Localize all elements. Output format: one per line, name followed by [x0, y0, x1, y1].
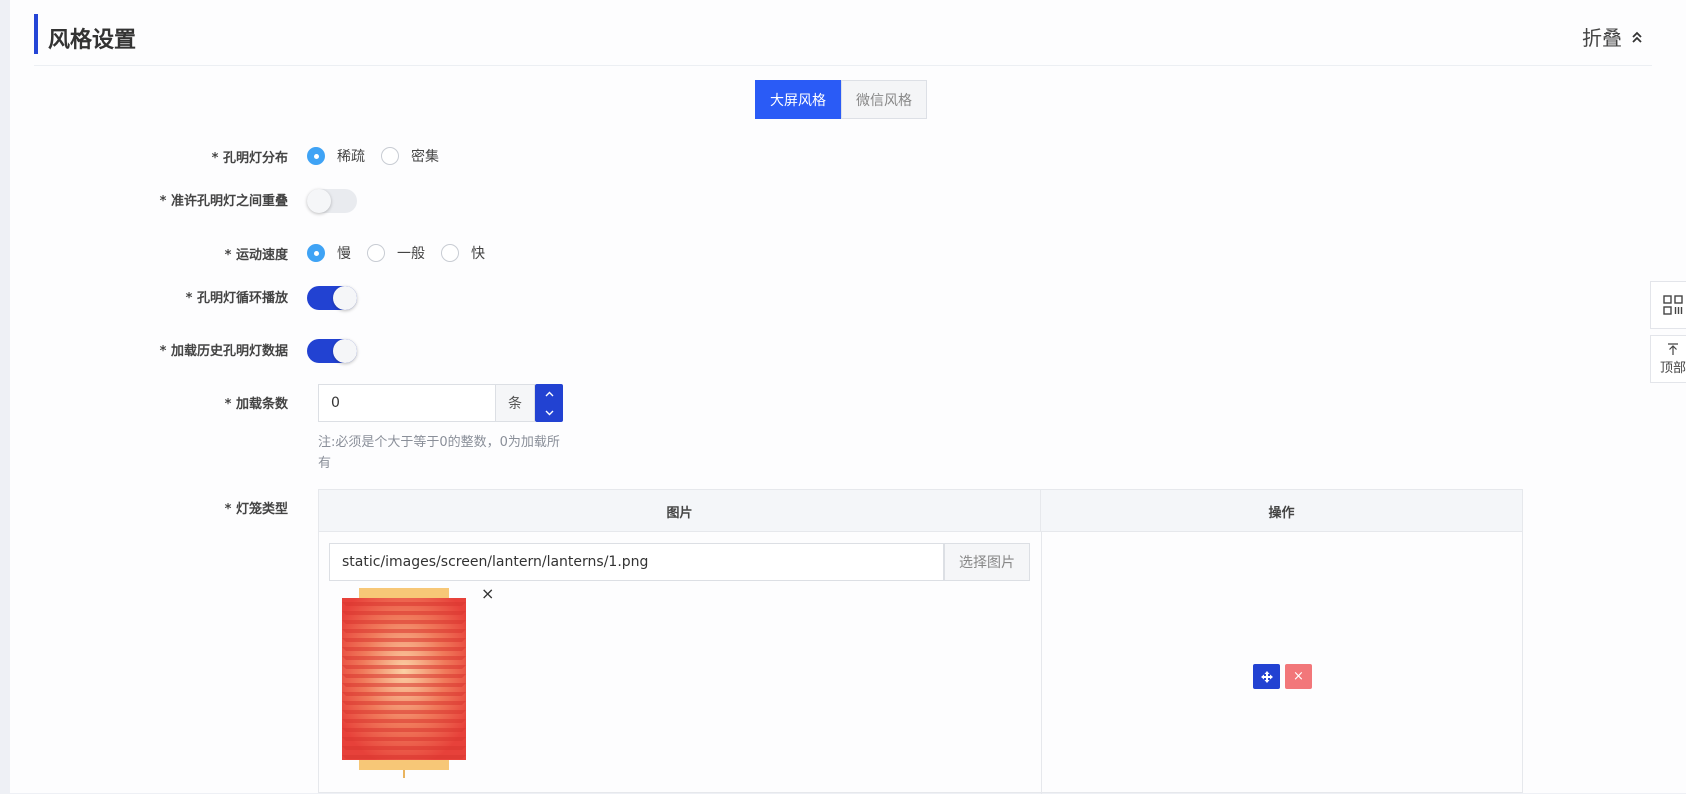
collapse-label: 折叠: [1582, 26, 1622, 50]
lantern-table: 图片 操作 选择图片 × ×: [318, 489, 1523, 794]
section-header: 风格设置 折叠: [34, 14, 1652, 66]
overlap-toggle[interactable]: [307, 189, 357, 213]
lantern-type-label: * 灯笼类型: [224, 502, 288, 517]
remove-image-button[interactable]: ×: [481, 586, 494, 602]
radio-sparse-label[interactable]: 稀疏: [337, 146, 365, 166]
toggle-knob: [333, 339, 357, 363]
collapse-button[interactable]: 折叠: [1582, 22, 1644, 51]
arrow-up-icon: [1668, 342, 1678, 355]
settings-panel: 风格设置 折叠 大屏风格 微信风格 * 孔明灯分布 稀疏 密集 * 准许孔明灯之…: [10, 0, 1686, 794]
side-qr-button[interactable]: [1650, 281, 1686, 329]
lantern-stripe: [342, 611, 466, 615]
distribution-radio-group: 稀疏 密集: [307, 146, 455, 166]
radio-dense[interactable]: [381, 147, 399, 165]
radio-normal[interactable]: [367, 244, 385, 262]
lantern-stripe: [342, 629, 466, 633]
lantern-stripe: [342, 710, 466, 714]
toggle-knob: [333, 286, 357, 310]
chevron-double-up-icon: [1632, 31, 1642, 43]
lantern-stripe: [342, 638, 466, 642]
stepper-up-button[interactable]: [535, 384, 563, 403]
stepper-down-button[interactable]: [535, 403, 563, 422]
lantern-stripe: [342, 647, 466, 651]
distribution-label: * 孔明灯分布: [211, 151, 288, 166]
radio-sparse[interactable]: [307, 147, 325, 165]
lantern-stripe: [342, 746, 466, 750]
count-unit: 条: [495, 384, 535, 422]
back-to-top-label: 顶部: [1659, 360, 1686, 376]
radio-slow[interactable]: [307, 244, 325, 262]
radio-fast[interactable]: [441, 244, 459, 262]
choose-image-button[interactable]: 选择图片: [944, 543, 1030, 581]
column-divider: [1041, 532, 1042, 794]
count-label: * 加载条数: [224, 397, 288, 412]
lantern-stripe: [342, 683, 466, 687]
count-note: 注:必须是个大于等于0的整数，0为加载所有: [318, 435, 560, 471]
history-label: * 加载历史孔明灯数据: [159, 344, 288, 359]
move-icon: [1260, 670, 1273, 683]
style-tabs: 大屏风格 微信风格: [755, 80, 927, 119]
lantern-stripe: [342, 602, 466, 606]
lantern-image: [342, 588, 466, 778]
delete-row-button[interactable]: ×: [1285, 664, 1312, 689]
lantern-stripe: [342, 620, 466, 624]
back-to-top-button[interactable]: 顶部: [1650, 335, 1686, 383]
lantern-stripe: [342, 719, 466, 723]
column-header-image: 图片: [319, 490, 1041, 532]
speed-radio-group: 慢 一般 快: [307, 243, 501, 263]
lantern-stripe: [342, 692, 466, 696]
lantern-stripe: [342, 665, 466, 669]
overlap-label: * 准许孔明灯之间重叠: [159, 194, 288, 209]
lantern-stripe: [342, 674, 466, 678]
lantern-stripe: [342, 755, 466, 759]
chevron-up-icon: [545, 391, 553, 396]
radio-fast-label[interactable]: 快: [471, 243, 485, 263]
count-stepper[interactable]: [535, 384, 563, 422]
tab-wechat-style[interactable]: 微信风格: [841, 80, 927, 119]
table-header: 图片 操作: [319, 490, 1522, 532]
count-input[interactable]: [318, 384, 497, 422]
loop-label: * 孔明灯循环播放: [185, 291, 288, 306]
header-accent-bar: [34, 14, 38, 54]
column-header-action: 操作: [1268, 505, 1295, 521]
tab-bigscreen-style[interactable]: 大屏风格: [755, 80, 841, 119]
radio-dense-label[interactable]: 密集: [411, 146, 439, 166]
lantern-stripe: [342, 656, 466, 660]
image-path-input[interactable]: [329, 543, 944, 581]
lantern-stripe: [342, 737, 466, 741]
radio-slow-label[interactable]: 慢: [337, 243, 351, 263]
section-title: 风格设置: [48, 28, 137, 53]
toggle-knob: [307, 189, 331, 213]
speed-label: * 运动速度: [224, 248, 288, 263]
loop-toggle[interactable]: [307, 286, 357, 310]
radio-normal-label[interactable]: 一般: [397, 243, 425, 263]
qrcode-icon: [1663, 295, 1683, 315]
move-row-button[interactable]: [1253, 664, 1280, 689]
lantern-stripe: [342, 701, 466, 705]
history-toggle[interactable]: [307, 339, 357, 363]
lantern-stripe: [342, 728, 466, 732]
chevron-down-icon: [545, 410, 553, 415]
